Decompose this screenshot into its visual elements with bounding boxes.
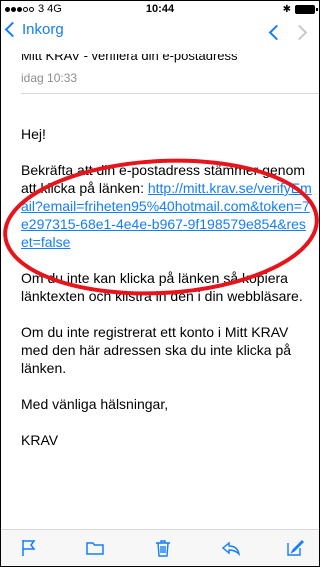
flag-icon[interactable] xyxy=(19,538,39,558)
reply-icon[interactable] xyxy=(221,538,241,558)
header-divider xyxy=(21,93,319,94)
bluetooth-icon: ✱ xyxy=(282,4,291,15)
folder-icon[interactable] xyxy=(85,538,105,558)
back-label: Inkorg xyxy=(22,21,64,38)
trash-icon[interactable] xyxy=(153,538,173,558)
email-date: idag 10:33 xyxy=(21,71,78,85)
verify-paragraph: Bekräfta att din e-postadress stämmer ge… xyxy=(21,161,313,251)
next-message-icon[interactable] xyxy=(291,24,308,41)
status-bar: 3 4G 10:44 ✱ xyxy=(1,1,319,17)
email-screen: 3 4G 10:44 ✱ Inkorg Mitt KRAV - verifier… xyxy=(0,0,320,567)
chevron-left-icon xyxy=(4,21,21,38)
signature: KRAV xyxy=(21,432,59,448)
not-registered-paragraph: Om du inte registrerat ett konto i Mitt … xyxy=(21,324,292,376)
bottom-toolbar xyxy=(1,529,319,566)
closing: Med vänliga hälsningar, xyxy=(21,396,169,412)
email-subject-text: Mitt KRAV - verifiera din e-postadress xyxy=(21,54,238,63)
nav-bar: Inkorg xyxy=(1,19,319,45)
status-right: ✱ xyxy=(282,4,318,15)
battery-icon xyxy=(295,5,318,14)
greeting: Hej! xyxy=(21,126,46,142)
status-time: 10:44 xyxy=(145,3,175,15)
back-button[interactable]: Inkorg xyxy=(4,21,64,38)
email-subject: Mitt KRAV - verifiera din e-postadress xyxy=(21,54,311,64)
compose-icon[interactable] xyxy=(285,538,305,558)
email-body: Hej! Bekräfta att din e-postadress stämm… xyxy=(21,125,313,467)
previous-message-icon[interactable] xyxy=(268,24,285,41)
copy-paragraph: Om du inte kan klicka på länken så kopie… xyxy=(21,270,303,304)
